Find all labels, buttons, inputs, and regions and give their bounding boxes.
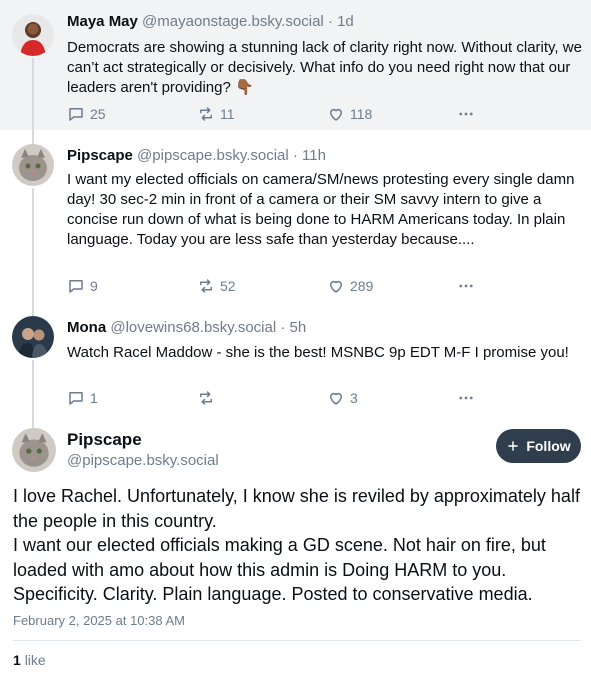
ellipsis-icon [459, 284, 473, 288]
thread-line [32, 418, 34, 428]
main-avatar[interactable] [12, 428, 56, 472]
follow-label: Follow [526, 438, 571, 454]
avatar[interactable] [12, 316, 54, 358]
main-post-text: I love Rachel. Unfortunately, I know she… [13, 486, 580, 604]
more-options-button[interactable] [457, 276, 475, 296]
avatar[interactable] [12, 144, 54, 186]
thread-line [32, 300, 34, 316]
reply-count: 9 [90, 278, 98, 294]
post-actions: 9 52 289 [67, 276, 487, 296]
reply-count: 1 [90, 390, 98, 406]
heart-icon [330, 392, 342, 405]
repost-button[interactable]: 52 [197, 276, 236, 296]
author-handle[interactable]: @mayaonstage.bsky.social · 1d [142, 13, 354, 30]
divider [13, 640, 581, 641]
avatar[interactable] [12, 14, 54, 56]
author-handle[interactable]: @pipscape.bsky.social · 11h [137, 147, 326, 164]
plus-icon [508, 441, 519, 451]
heart-icon [330, 280, 342, 293]
repost-button[interactable]: 11 [197, 104, 235, 124]
likes-summary[interactable]: 1 like [13, 652, 46, 668]
follow-button[interactable]: Follow [496, 429, 581, 463]
ellipsis-icon [459, 396, 473, 400]
like-total: 1 [13, 652, 21, 668]
post-text: I want my elected officials on camera/SM… [67, 171, 575, 248]
thread-line [32, 360, 34, 418]
main-author-handle[interactable]: @pipscape.bsky.social [67, 452, 219, 469]
post-text: Democrats are showing a stunning lack of… [67, 39, 582, 96]
repost-count: 11 [220, 106, 235, 122]
post-timestamp[interactable]: February 2, 2025 at 10:38 AM [13, 613, 185, 628]
author-name[interactable]: Mona [67, 319, 106, 336]
repost-icon [200, 279, 212, 293]
reply-icon [69, 392, 83, 405]
author-name[interactable]: Maya May [67, 13, 138, 30]
repost-count: 52 [220, 278, 236, 294]
heart-icon [330, 108, 342, 121]
author-handle[interactable]: @lovewins68.bsky.social · 5h [110, 319, 306, 336]
main-author-name[interactable]: Pipscape [67, 430, 142, 450]
like-count: 289 [350, 278, 374, 294]
reply-parent-post-3[interactable]: Mona @lovewins68.bsky.social · 5h Watch … [0, 300, 591, 418]
post-actions: 25 11 118 [67, 104, 487, 124]
reply-icon [69, 280, 83, 293]
more-options-button[interactable] [457, 104, 475, 124]
post-meta: Maya May @mayaonstage.bsky.social · 1d [67, 13, 354, 30]
thread-line [32, 130, 34, 144]
like-button[interactable]: 289 [327, 276, 373, 296]
reply-parent-post-1[interactable]: Maya May @mayaonstage.bsky.social · 1d D… [0, 0, 591, 130]
reply-parent-post-2[interactable]: Pipscape @pipscape.bsky.social · 11h I w… [0, 130, 591, 300]
post-text: Watch Racel Maddow - she is the best! MS… [67, 344, 569, 361]
reply-icon [69, 108, 83, 121]
repost-button[interactable] [197, 388, 220, 408]
post-actions: 1 3 [67, 388, 487, 408]
ellipsis-icon [459, 112, 473, 116]
reply-button[interactable]: 25 [67, 104, 106, 124]
reply-button[interactable]: 1 [67, 388, 98, 408]
reply-count: 25 [90, 106, 106, 122]
like-label: like [24, 652, 46, 668]
more-options-button[interactable] [457, 388, 475, 408]
thread-line [32, 58, 34, 130]
post-meta: Pipscape @pipscape.bsky.social · 11h [67, 147, 326, 164]
post-meta: Mona @lovewins68.bsky.social · 5h [67, 319, 306, 336]
like-button[interactable]: 118 [327, 104, 372, 124]
repost-icon [200, 391, 212, 405]
repost-icon [200, 107, 212, 121]
like-count: 118 [350, 106, 373, 122]
like-button[interactable]: 3 [327, 388, 358, 408]
reply-button[interactable]: 9 [67, 276, 98, 296]
thread-line [32, 188, 34, 300]
like-count: 3 [350, 390, 358, 406]
author-name[interactable]: Pipscape [67, 147, 133, 164]
